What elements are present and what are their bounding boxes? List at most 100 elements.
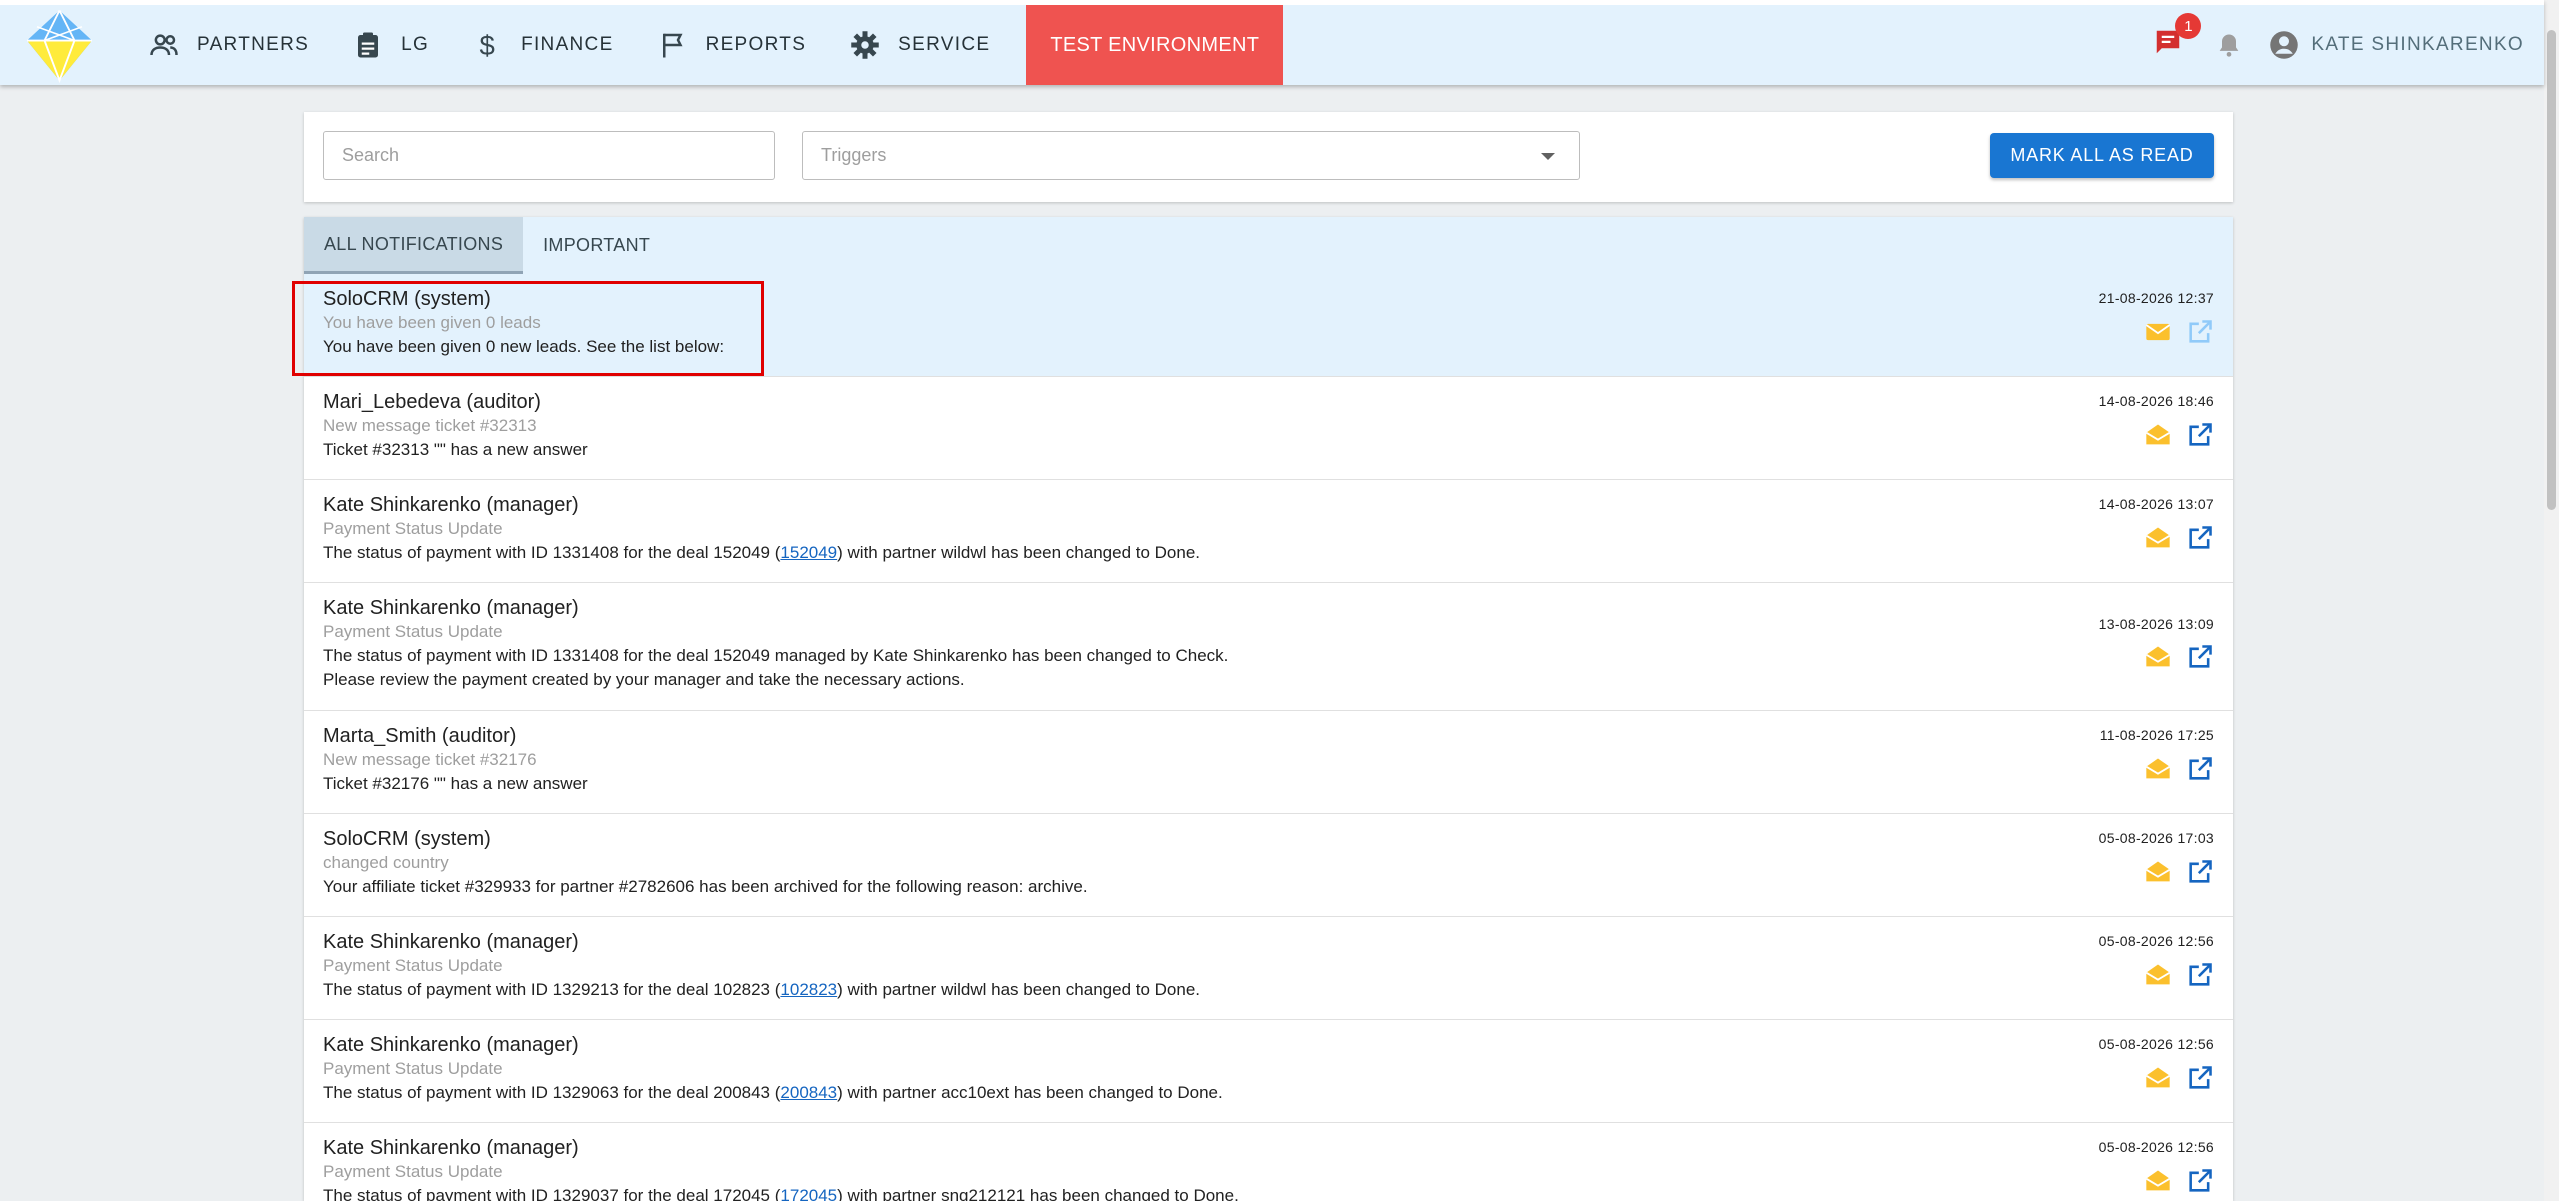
open-external-icon[interactable] <box>2186 755 2214 783</box>
flag-icon <box>662 33 683 58</box>
open-external-icon[interactable] <box>2186 858 2214 886</box>
test-environment-tab[interactable]: TEST ENVIRONMENT <box>1026 5 1284 85</box>
nav-finance[interactable]: $ FINANCE <box>451 5 636 85</box>
notification-row[interactable]: Marta_Smith (auditor) New message ticket… <box>304 711 2233 814</box>
page-scrollbar[interactable] <box>2544 0 2559 1201</box>
notification-body-pre: Ticket #32313 "" has a new answer <box>323 440 588 459</box>
deal-link[interactable]: 152049 <box>780 543 837 562</box>
notification-row[interactable]: Mari_Lebedeva (auditor) New message tick… <box>304 377 2233 480</box>
top-right-group: 1 KATE SHINKARENKO <box>2153 5 2524 85</box>
mail-open-icon[interactable] <box>2144 1064 2172 1092</box>
user-name[interactable]: KATE SHINKARENKO <box>2311 34 2524 56</box>
nav-lg[interactable]: LG <box>331 5 451 85</box>
notification-author: Kate Shinkarenko (manager) <box>323 1137 579 1159</box>
nav-reports[interactable]: REPORTS <box>636 5 829 85</box>
notification-author: SoloCRM (system) <box>323 828 491 850</box>
open-external-icon[interactable] <box>2186 421 2214 449</box>
notification-body-pre: Ticket #32176 "" has a new answer <box>323 774 588 793</box>
chat-button[interactable]: 1 <box>2153 13 2202 63</box>
notification-actions <box>2144 755 2214 783</box>
notification-subject: Payment Status Update <box>323 519 503 538</box>
dollar-icon: $ <box>480 30 497 60</box>
mark-all-read-button[interactable]: MARK ALL AS READ <box>1990 133 2214 178</box>
tab-all-notifications[interactable]: ALL NOTIFICATIONS <box>304 217 524 274</box>
nav-lg-label: LG <box>401 34 430 55</box>
clipboard-icon <box>358 32 379 58</box>
triggers-placeholder: Triggers <box>821 145 887 165</box>
deal-link[interactable]: 200843 <box>780 1083 837 1102</box>
notification-row[interactable]: Kate Shinkarenko (manager) Payment Statu… <box>304 583 2233 711</box>
notification-body: You have been given 0 new leads. See the… <box>323 335 2233 359</box>
notification-author: Kate Shinkarenko (manager) <box>323 1034 579 1056</box>
notification-date: 05-08-2026 12:56 <box>2098 1139 2214 1155</box>
notification-author: Mari_Lebedeva (auditor) <box>323 391 541 413</box>
filter-card: Triggers MARK ALL AS READ <box>304 112 2233 202</box>
nav-finance-label: FINANCE <box>521 34 614 55</box>
notification-date: 14-08-2026 18:46 <box>2098 393 2214 409</box>
svg-text:$: $ <box>480 30 497 60</box>
search-input[interactable] <box>323 131 775 180</box>
notification-body: The status of payment with ID 1331408 fo… <box>323 644 2233 668</box>
notification-row[interactable]: SoloCRM (system) changed country Your af… <box>304 814 2233 917</box>
open-external-icon[interactable] <box>2186 1167 2214 1195</box>
notification-author: SoloCRM (system) <box>323 288 491 310</box>
notification-subject: New message ticket #32313 <box>323 416 537 435</box>
notification-date: 21-08-2026 12:37 <box>2098 290 2214 306</box>
open-external-icon[interactable] <box>2186 961 2214 989</box>
top-navbar: PARTNERS LG $ FINANCE REPORTS SERVICE TE… <box>0 0 2544 85</box>
notification-body: The status of payment with ID 1329213 fo… <box>323 978 2233 1002</box>
open-external-icon[interactable] <box>2186 643 2214 671</box>
notification-body: The status of payment with ID 1329063 fo… <box>323 1081 2233 1105</box>
notification-row[interactable]: Kate Shinkarenko (manager) Payment Statu… <box>304 1020 2233 1123</box>
notification-body: The status of payment with ID 1329037 fo… <box>323 1184 2233 1201</box>
nav-service-label: SERVICE <box>898 34 991 55</box>
notification-actions <box>2144 421 2214 449</box>
bell-icon[interactable] <box>2215 31 2243 59</box>
notification-subject: You have been given 0 leads <box>323 313 541 332</box>
mail-open-icon[interactable] <box>2144 858 2172 886</box>
mail-open-icon[interactable] <box>2144 755 2172 783</box>
scrollbar-thumb[interactable] <box>2547 30 2556 510</box>
notification-row[interactable]: Kate Shinkarenko (manager) Payment Statu… <box>304 1123 2233 1201</box>
account-icon[interactable] <box>2269 30 2299 60</box>
nav-service[interactable]: SERVICE <box>828 5 1012 85</box>
nav-reports-label: REPORTS <box>705 34 807 55</box>
notification-date: 14-08-2026 13:07 <box>2098 496 2214 512</box>
notification-actions <box>2144 643 2214 671</box>
notification-body-pre: The status of payment with ID 1331408 fo… <box>323 646 1229 665</box>
open-external-icon[interactable] <box>2186 318 2214 346</box>
notification-body-pre: The status of payment with ID 1329037 fo… <box>323 1186 781 1201</box>
mail-open-icon[interactable] <box>2144 961 2172 989</box>
notification-row[interactable]: Kate Shinkarenko (manager) Payment Statu… <box>304 480 2233 583</box>
notification-author: Kate Shinkarenko (manager) <box>323 494 579 516</box>
notification-actions <box>2144 961 2214 989</box>
tab-important[interactable]: IMPORTANT <box>523 217 670 274</box>
logo-icon[interactable] <box>22 8 97 83</box>
notification-list: SoloCRM (system) You have been given 0 l… <box>304 274 2233 1201</box>
mail-open-icon[interactable] <box>2144 1167 2172 1195</box>
notification-body-pre: The status of payment with ID 1329213 fo… <box>323 980 781 999</box>
notification-actions <box>2144 1167 2214 1195</box>
nav-partners[interactable]: PARTNERS <box>127 5 331 85</box>
notification-body-post: ) with partner acc10ext has been changed… <box>837 1083 1223 1102</box>
mail-closed-icon[interactable] <box>2144 318 2172 346</box>
notification-tabs: ALL NOTIFICATIONS IMPORTANT <box>304 217 2233 274</box>
deal-link[interactable]: 102823 <box>780 980 837 999</box>
notification-row[interactable]: SoloCRM (system) You have been given 0 l… <box>304 274 2233 377</box>
notification-actions <box>2144 858 2214 886</box>
notification-subject: New message ticket #32176 <box>323 750 537 769</box>
notifications-card: ALL NOTIFICATIONS IMPORTANT SoloCRM (sys… <box>304 217 2233 1201</box>
notification-body-pre: You have been given 0 new leads. See the… <box>323 337 725 356</box>
open-external-icon[interactable] <box>2186 524 2214 552</box>
mail-open-icon[interactable] <box>2144 421 2172 449</box>
notification-row[interactable]: Kate Shinkarenko (manager) Payment Statu… <box>304 917 2233 1020</box>
deal-link[interactable]: 172045 <box>780 1186 837 1201</box>
chat-badge: 1 <box>2175 13 2202 39</box>
triggers-select[interactable]: Triggers <box>802 131 1580 180</box>
mail-open-icon[interactable] <box>2144 643 2172 671</box>
notification-author: Kate Shinkarenko (manager) <box>323 931 579 953</box>
notification-actions <box>2144 1064 2214 1092</box>
open-external-icon[interactable] <box>2186 1064 2214 1092</box>
mail-open-icon[interactable] <box>2144 524 2172 552</box>
notification-subject: changed country <box>323 853 449 872</box>
